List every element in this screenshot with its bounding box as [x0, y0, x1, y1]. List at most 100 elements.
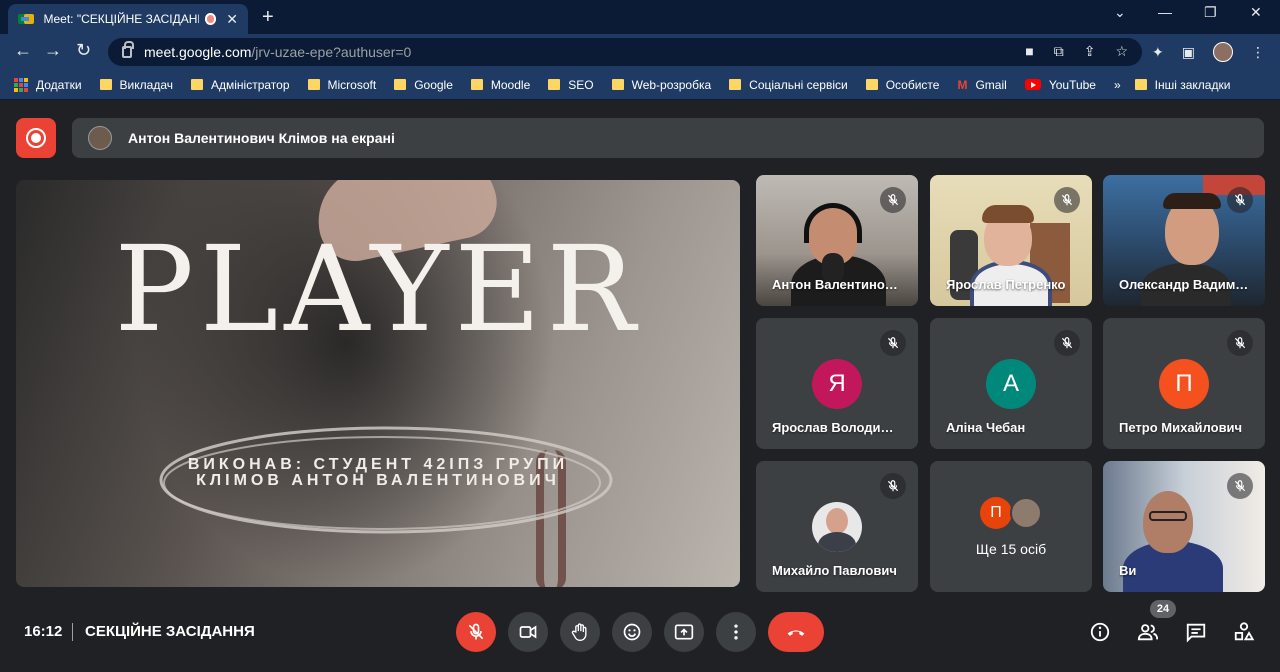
chat-button[interactable]: [1184, 620, 1208, 644]
address-bar[interactable]: meet.google.com/jrv-uzae-epe?authuser=0 …: [108, 38, 1142, 66]
youtube-icon: [1024, 79, 1041, 90]
folder-icon: [865, 79, 878, 90]
reload-button[interactable]: ↻: [76, 40, 91, 61]
bookmark-folder[interactable]: Moodle: [470, 78, 530, 92]
browser-tab[interactable]: Meet: "СЕКЦІЙНЕ ЗАСІДАНН ✕: [8, 4, 248, 34]
folder-icon: [729, 79, 742, 90]
participant-tile[interactable]: Олександр Вадимович: [1103, 175, 1265, 306]
participant-name: Ви: [1119, 563, 1137, 578]
recording-button[interactable]: [16, 118, 56, 158]
maximize-button[interactable]: ❐: [1204, 4, 1217, 21]
open-in-new-icon[interactable]: ⧉: [1054, 43, 1064, 60]
bookmark-label: Web-розробка: [631, 77, 712, 92]
people-button[interactable]: [1136, 620, 1160, 644]
bookmark-folder[interactable]: Викладач: [99, 78, 173, 92]
folder-icon: [611, 79, 624, 90]
participant-tile[interactable]: А Аліна Чебан: [930, 318, 1092, 449]
presenting-banner: Антон Валентинович Клімов на екрані: [72, 118, 1264, 158]
participant-tile[interactable]: Я Ярослав Володимирович: [756, 318, 918, 449]
participant-tile[interactable]: Ярослав Петренко: [930, 175, 1092, 306]
minimize-button[interactable]: —: [1158, 4, 1172, 20]
bookmark-folder[interactable]: Адміністратор: [190, 78, 290, 92]
bookmark-folder[interactable]: SEO: [548, 77, 594, 92]
new-tab-button[interactable]: +: [262, 6, 274, 29]
participant-name: Аліна Чебан: [946, 420, 1026, 435]
lock-icon[interactable]: [122, 41, 134, 58]
folder-icon: [548, 79, 561, 90]
back-button[interactable]: ←: [14, 40, 32, 61]
more-participants-avatars: П: [980, 497, 1042, 529]
bookmark-label: Google: [414, 77, 453, 92]
slide-title: PLAYER: [114, 220, 642, 358]
presentation-stage[interactable]: PLAYER ВИКОНАВ: СТУДЕНТ 42ІПЗ ГРУПИ КЛІМ…: [16, 180, 740, 587]
tab-strip: Meet: "СЕКЦІЙНЕ ЗАСІДАНН ✕ + ⌄ — ❐ ✕: [0, 0, 1280, 34]
meeting-details-button[interactable]: [1088, 620, 1112, 644]
participant-tile[interactable]: Антон Валентинович Клімов: [756, 175, 918, 306]
participant-name: Олександр Вадимович: [1119, 277, 1249, 292]
bookmark-folder[interactable]: Соціальні сервіси: [729, 78, 848, 92]
info-icon: [1090, 622, 1110, 642]
bookmark-apps[interactable]: Додатки: [14, 77, 82, 92]
record-icon: [26, 128, 46, 148]
forward-button[interactable]: →: [44, 40, 62, 61]
bookmark-star-icon[interactable]: ☆: [1115, 43, 1128, 60]
participant-tile[interactable]: П Петро Михайлович: [1103, 318, 1265, 449]
bookmark-folder[interactable]: Google: [394, 78, 453, 92]
tab-close-icon[interactable]: ✕: [226, 11, 238, 28]
reactions-button[interactable]: [612, 612, 652, 652]
menu-icon[interactable]: ⋮: [1251, 44, 1265, 61]
self-view-tile[interactable]: Ви: [1103, 461, 1265, 592]
extensions-icon[interactable]: ✦: [1152, 44, 1164, 61]
call-end-icon: [787, 630, 805, 636]
participant-avatar: А: [986, 359, 1036, 409]
camera-toggle-button[interactable]: [508, 612, 548, 652]
folder-icon: [470, 79, 483, 90]
camera-icon[interactable]: ■: [1025, 43, 1033, 60]
bookmark-label: Gmail: [975, 77, 1007, 92]
divider: [72, 623, 73, 641]
activities-button[interactable]: [1232, 620, 1256, 644]
activities-icon: [1234, 622, 1255, 641]
participant-avatar: П: [980, 497, 1012, 529]
hand-icon: [571, 623, 587, 642]
bookmark-folder[interactable]: Microsoft: [307, 77, 377, 92]
participant-tile[interactable]: Михайло Павлович: [756, 461, 918, 592]
bookmark-label: Особисте: [885, 77, 940, 92]
other-bookmarks[interactable]: Інші закладки: [1134, 77, 1231, 92]
microphone-toggle-button[interactable]: [456, 612, 496, 652]
folder-icon: [394, 79, 407, 90]
more-options-button[interactable]: [716, 612, 756, 652]
muted-mic-icon: [880, 473, 906, 499]
bookmark-youtube[interactable]: YouTube: [1024, 78, 1096, 92]
folder-icon: [190, 79, 203, 90]
meeting-clock: 16:12: [24, 623, 63, 640]
tab-search-icon[interactable]: ⌄: [1114, 4, 1126, 21]
present-screen-button[interactable]: [664, 612, 704, 652]
url-host: meet.google.com: [144, 44, 252, 60]
muted-mic-icon: [880, 330, 906, 356]
bookmarks-overflow-button[interactable]: »: [1114, 78, 1121, 92]
meet-favicon-icon: [18, 11, 34, 27]
folder-icon: [307, 79, 320, 90]
leave-call-button[interactable]: [768, 612, 824, 652]
side-panel-icon[interactable]: ▣: [1182, 44, 1195, 61]
bookmark-label: Microsoft: [327, 77, 377, 92]
bookmark-folder[interactable]: Особисте: [865, 77, 940, 92]
more-participants-tile[interactable]: П Ще 15 осіб: [930, 461, 1092, 592]
raise-hand-button[interactable]: [560, 612, 600, 652]
participant-name: Михайло Павлович: [772, 563, 897, 578]
muted-mic-icon: [1054, 330, 1080, 356]
share-icon[interactable]: ⇪: [1084, 43, 1096, 60]
bookmark-label: SEO: [568, 77, 594, 92]
videocam-icon: [519, 625, 537, 639]
participant-name: Антон Валентинович Клімов: [772, 277, 902, 292]
browser-toolbar: ← → ↻ meet.google.com/jrv-uzae-epe?authu…: [0, 34, 1280, 70]
profile-avatar[interactable]: [1212, 42, 1233, 62]
bookmark-label: Інші закладки: [1154, 77, 1231, 92]
more-vert-icon: [734, 624, 738, 640]
people-icon: [1137, 624, 1159, 641]
chat-icon: [1186, 623, 1206, 643]
bookmark-gmail[interactable]: M Gmail: [957, 78, 1006, 92]
close-window-button[interactable]: ✕: [1250, 4, 1262, 21]
bookmark-folder[interactable]: Web-розробка: [611, 77, 712, 92]
